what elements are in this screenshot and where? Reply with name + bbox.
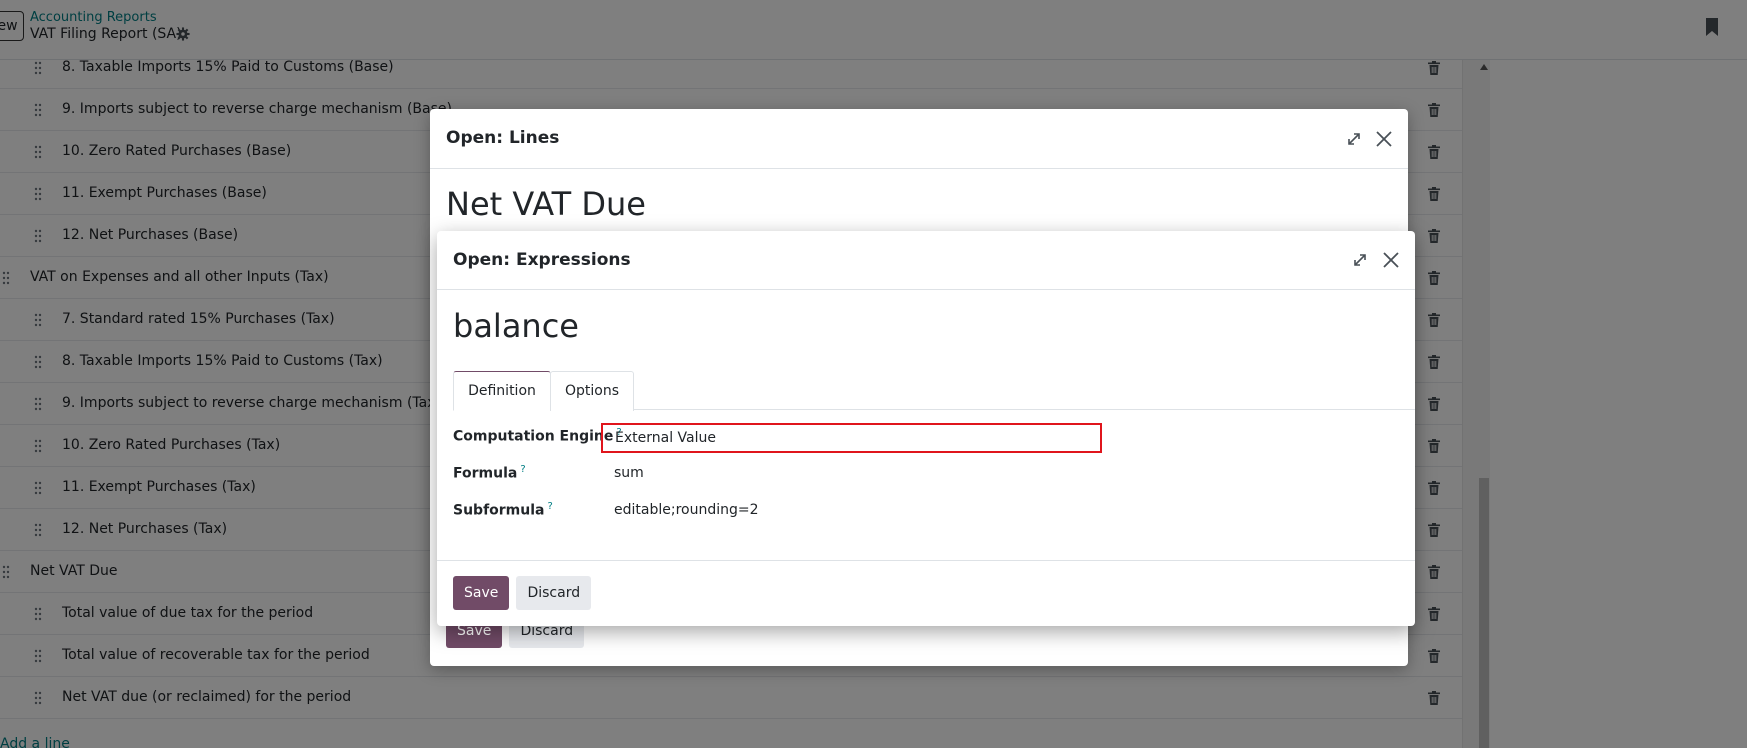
expand-icon[interactable]	[1350, 250, 1370, 270]
expressions-dialog-title: Open: Expressions	[453, 250, 631, 270]
computation-engine-value: External Value	[615, 430, 716, 446]
formula-label: Formula?	[453, 464, 526, 482]
line-name[interactable]: Net VAT Due	[446, 185, 646, 223]
expressions-dialog-footer: Save Discard	[453, 576, 593, 610]
tab-options[interactable]: Options	[550, 371, 634, 411]
help-icon[interactable]: ?	[520, 464, 525, 475]
expression-label[interactable]: balance	[453, 307, 579, 345]
footer-divider	[437, 560, 1415, 561]
notebook-tabs: Definition Options	[453, 371, 1415, 411]
subformula-field[interactable]: editable;rounding=2	[614, 502, 759, 518]
close-icon[interactable]	[1381, 250, 1401, 270]
expand-icon[interactable]	[1344, 129, 1364, 149]
help-icon[interactable]: ?	[548, 501, 553, 512]
subformula-label: Subformula?	[453, 501, 553, 519]
expressions-dialog-header: Open: Expressions	[437, 231, 1415, 290]
lines-dialog-title: Open: Lines	[446, 128, 560, 148]
computation-engine-field[interactable]: External Value	[601, 423, 1102, 453]
computation-engine-label: Computation Engine?	[453, 427, 622, 445]
discard-button[interactable]: Discard	[516, 576, 592, 610]
lines-dialog-header: Open: Lines	[430, 109, 1408, 169]
expressions-dialog: Open: Expressions balance Definition Opt…	[437, 231, 1415, 626]
close-icon[interactable]	[1374, 129, 1394, 149]
formula-field[interactable]: sum	[614, 465, 644, 481]
save-button[interactable]: Save	[453, 576, 510, 610]
tab-definition[interactable]: Definition	[453, 371, 551, 411]
